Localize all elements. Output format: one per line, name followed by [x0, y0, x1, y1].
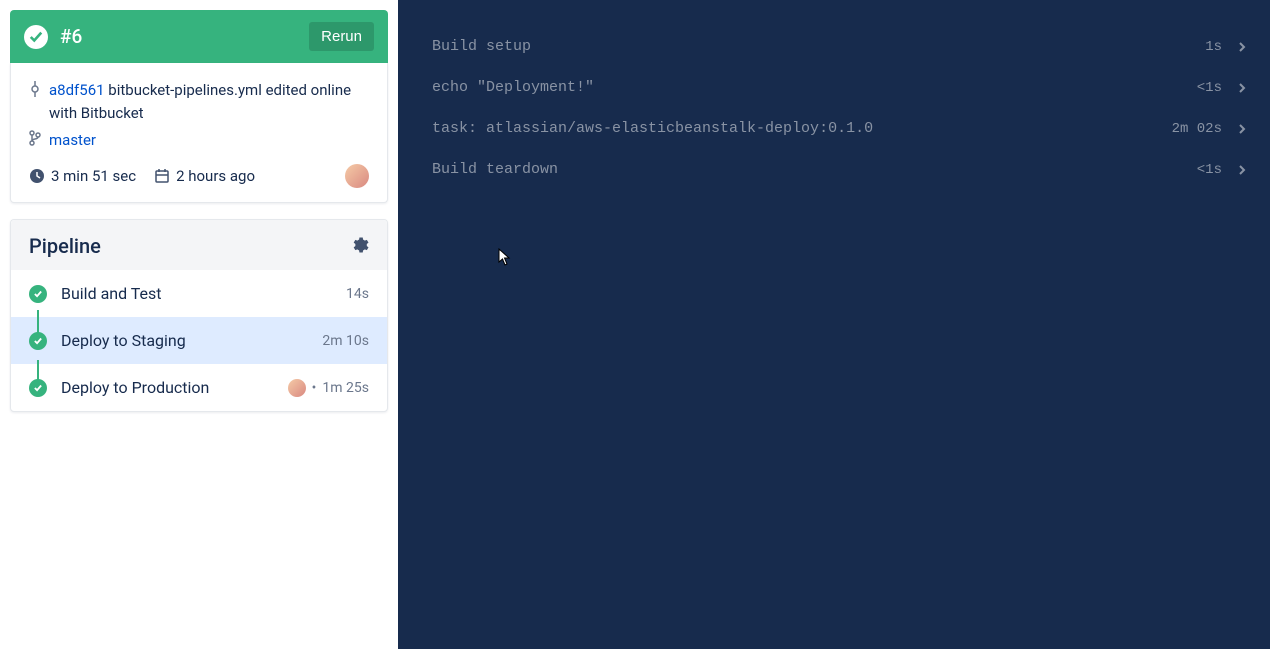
- pipeline-step-deploy-production[interactable]: Deploy to Production • 1m 25s: [11, 364, 387, 411]
- pipeline-header: Pipeline: [11, 220, 387, 270]
- chevron-right-icon: [1236, 123, 1248, 135]
- commit-icon: [29, 81, 41, 104]
- log-time: 1s: [1205, 39, 1222, 55]
- pipeline-step-deploy-staging[interactable]: Deploy to Staging 2m 10s: [11, 317, 387, 364]
- branch-row: master: [29, 130, 369, 150]
- log-meta: <1s: [1197, 80, 1248, 96]
- duration: 3 min 51 sec: [29, 167, 136, 185]
- cursor-icon: [498, 248, 512, 266]
- sidebar: #6 Rerun a8df561 bitbucket-pipelines.yml…: [0, 0, 398, 649]
- log-time: <1s: [1197, 162, 1222, 178]
- log-text: echo "Deployment!": [432, 79, 594, 96]
- step-success-icon: [29, 379, 47, 397]
- step-time-text: 1m 25s: [322, 380, 369, 396]
- branch-link[interactable]: master: [49, 131, 96, 149]
- pipeline-title: Pipeline: [29, 234, 101, 258]
- step-time: 14s: [346, 286, 369, 302]
- meta-row: 3 min 51 sec 2 hours ago: [29, 164, 369, 188]
- log-meta: 2m 02s: [1172, 121, 1248, 137]
- step-success-icon: [29, 285, 47, 303]
- step-time: 2m 10s: [322, 333, 369, 349]
- log-line-task[interactable]: task: atlassian/aws-elasticbeanstalk-dep…: [432, 108, 1248, 149]
- chevron-right-icon: [1236, 41, 1248, 53]
- pipeline-steps: Build and Test 14s Deploy to Staging 2m …: [11, 270, 387, 411]
- log-line-echo[interactable]: echo "Deployment!" <1s: [432, 67, 1248, 108]
- commit-hash-link[interactable]: a8df561: [49, 81, 105, 99]
- pipeline-settings-button[interactable]: [349, 235, 369, 258]
- step-success-icon: [29, 332, 47, 350]
- log-line-build-setup[interactable]: Build setup 1s: [432, 26, 1248, 67]
- step-label: Deploy to Staging: [61, 331, 308, 350]
- deployer-avatar: [288, 379, 306, 397]
- commit-row: a8df561 bitbucket-pipelines.yml edited o…: [29, 79, 369, 124]
- chevron-right-icon: [1236, 164, 1248, 176]
- branch-icon: [29, 130, 41, 150]
- duration-text: 3 min 51 sec: [51, 167, 136, 185]
- build-info-card: a8df561 bitbucket-pipelines.yml edited o…: [10, 63, 388, 203]
- build-header: #6 Rerun: [10, 10, 388, 63]
- pipeline-card: Pipeline Build and Test 14s Deploy to St…: [10, 219, 388, 412]
- bullet: •: [312, 380, 317, 396]
- timestamp: 2 hours ago: [154, 167, 255, 185]
- timestamp-text: 2 hours ago: [176, 167, 255, 185]
- success-icon: [24, 25, 48, 49]
- author-avatar[interactable]: [345, 164, 369, 188]
- commit-text: a8df561 bitbucket-pipelines.yml edited o…: [49, 79, 369, 124]
- chevron-right-icon: [1236, 82, 1248, 94]
- step-time: • 1m 25s: [288, 379, 369, 397]
- log-panel: Build setup 1s echo "Deployment!" <1s ta…: [398, 0, 1270, 649]
- step-label: Build and Test: [61, 284, 332, 303]
- log-text: Build teardown: [432, 161, 558, 178]
- log-text: task: atlassian/aws-elasticbeanstalk-dep…: [432, 120, 873, 137]
- build-id: #6: [60, 25, 82, 48]
- log-meta: 1s: [1205, 39, 1248, 55]
- pipeline-step-build-and-test[interactable]: Build and Test 14s: [11, 270, 387, 317]
- gear-icon: [349, 235, 369, 255]
- log-meta: <1s: [1197, 162, 1248, 178]
- log-time: 2m 02s: [1172, 121, 1222, 137]
- log-text: Build setup: [432, 38, 531, 55]
- log-time: <1s: [1197, 80, 1222, 96]
- rerun-button[interactable]: Rerun: [309, 22, 374, 51]
- log-line-teardown[interactable]: Build teardown <1s: [432, 149, 1248, 190]
- build-header-left: #6: [24, 25, 82, 49]
- step-label: Deploy to Production: [61, 378, 274, 397]
